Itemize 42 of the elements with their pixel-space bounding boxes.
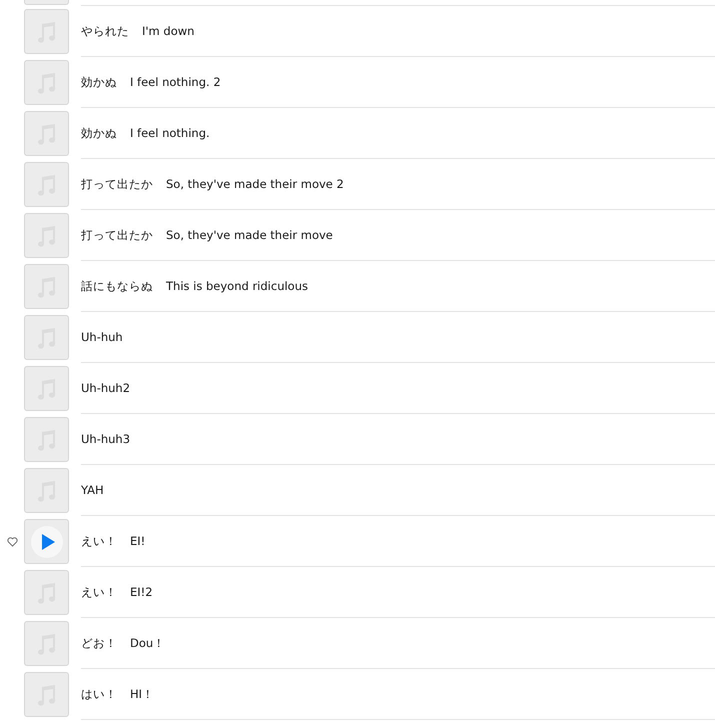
- track-title: EI!: [130, 534, 146, 548]
- heart-icon[interactable]: [6, 536, 18, 546]
- track-title: えい！: [81, 584, 117, 600]
- track-title: Uh-huh3: [81, 432, 130, 446]
- track-title: 効かぬ: [81, 126, 117, 140]
- track-title-cell[interactable]: どお！ Dou！: [81, 618, 715, 669]
- track-title-cell[interactable]: Uh-huh3: [81, 414, 715, 465]
- track-title: I feel nothing.: [130, 126, 210, 140]
- play-button[interactable]: [30, 526, 62, 558]
- track-title: はい！: [81, 686, 117, 702]
- track-title-cell[interactable]: えい！ EI!: [81, 516, 715, 567]
- track-title-cell[interactable]: 打って出たか So, they've made their move 2: [81, 159, 715, 210]
- track-title-cell[interactable]: 効かぬ I feel nothing. 2: [81, 57, 715, 108]
- track-title-cell[interactable]: YAH: [81, 465, 715, 516]
- track-title: やられた: [81, 24, 129, 38]
- track-title-cell[interactable]: 話にもならぬ This is beyond ridiculous: [81, 261, 715, 312]
- track-title: Uh-huh2: [81, 381, 130, 395]
- track-title: I feel nothing. 2: [130, 75, 221, 89]
- track-title: So, they've made their move: [166, 228, 333, 242]
- track-title-cell[interactable]: 打って出たか So, they've made their move: [81, 210, 715, 261]
- track-title: どお！: [81, 636, 117, 650]
- track-title-cell[interactable]: 効かぬ I feel nothing.: [81, 108, 715, 159]
- track-title: 打って出たか: [81, 228, 153, 242]
- play-icon: [41, 534, 55, 550]
- track-title-cell[interactable]: Uh-huh: [81, 312, 715, 363]
- track-title: This is beyond ridiculous: [166, 279, 308, 293]
- track-title: Uh-huh: [81, 330, 123, 344]
- track-title-cell[interactable]: やられた I'm down: [81, 6, 715, 57]
- track-title: 効かぬ: [81, 74, 117, 90]
- track-title: EI!2: [130, 585, 153, 599]
- track-title: Dou！: [130, 636, 166, 650]
- track-title-cell[interactable]: はい！ HI！: [81, 669, 715, 720]
- track-title-cell[interactable]: えい！ EI!2: [81, 567, 715, 618]
- track-title: I'm down: [142, 24, 194, 38]
- track-title: YAH: [81, 483, 104, 497]
- album-art-thumbnail: [24, 0, 69, 5]
- track-title: 話にもならぬ: [81, 278, 153, 294]
- track-title: So, they've made their move 2: [166, 177, 344, 191]
- track-title: えい！: [81, 534, 117, 548]
- track-title-cell[interactable]: Uh-huh2: [81, 363, 715, 414]
- track-title: HI！: [130, 686, 154, 702]
- track-title: 打って出たか: [81, 176, 153, 192]
